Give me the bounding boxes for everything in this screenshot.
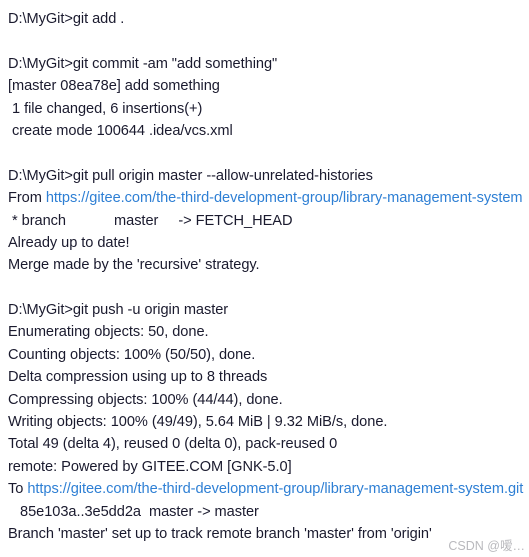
output-line-enumerating-objects: Enumerating objects: 50, done. [8,324,209,341]
output-line-compressing-objects: Compressing objects: 100% (44/44), done. [8,391,283,408]
output-line-commit-summary: [master 08ea78e] add something [8,78,220,95]
command-line-git-pull: D:\MyGit>git pull origin master --allow-… [8,167,373,184]
to-label: To [8,481,28,498]
pull-remote-url-link[interactable]: https://gitee.com/the-third-development-… [46,190,523,206]
output-line-remote-powered-by: remote: Powered by GITEE.COM [GNK-5.0] [8,458,292,475]
output-line-push-ref-update: 85e103a..3e5dd2a master -> master [8,503,259,520]
output-line-counting-objects: Counting objects: 100% (50/50), done. [8,346,256,363]
output-line-pull-uptodate: Already up to date! [8,234,130,251]
terminal-output-pane: D:\MyGit>git add . D:\MyGit>git commit -… [0,0,529,557]
output-line-total-objects: Total 49 (delta 4), reused 0 (delta 0), … [8,436,338,453]
output-line-commit-create-mode: create mode 100644 .idea/vcs.xml [8,122,233,139]
command-line-git-add: D:\MyGit>git add . [8,11,125,27]
from-label: From [8,190,46,207]
output-line-branch-tracking: Branch 'master' set up to track remote b… [8,526,432,543]
output-line-writing-objects: Writing objects: 100% (49/49), 5.64 MiB … [8,414,388,431]
output-line-pull-from: From https://gitee.com/the-third-develop… [8,187,524,209]
output-line-pull-merge-strategy: Merge made by the 'recursive' strategy. [8,257,260,274]
push-remote-url-link[interactable]: https://gitee.com/the-third-development-… [27,481,523,497]
command-line-git-commit: D:\MyGit>git commit -am "add something" [8,55,278,72]
output-line-pull-branch: * branch master -> FETCH_HEAD [8,212,293,229]
command-line-git-push: D:\MyGit>git push -u origin master [8,302,229,319]
output-line-delta-compression: Delta compression using up to 8 threads [8,369,268,386]
output-line-push-to: To https://gitee.com/the-third-developme… [8,478,524,500]
output-line-commit-stats: 1 file changed, 6 insertions(+) [8,100,203,117]
